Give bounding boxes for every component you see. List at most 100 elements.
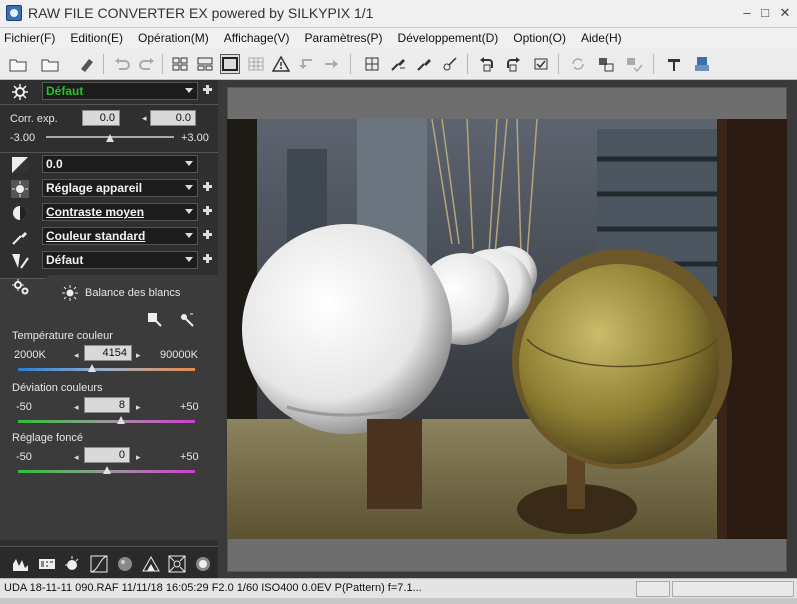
preset-select[interactable]: Défaut [42, 82, 198, 100]
exposure-value-left[interactable]: 0.0 [82, 110, 120, 126]
curve-tool-icon[interactable] [90, 555, 108, 573]
export-icon[interactable] [692, 54, 712, 74]
deviation-input[interactable]: 8 [84, 397, 130, 413]
status-cell-1 [636, 581, 670, 597]
exif-icon[interactable] [38, 555, 56, 573]
deviation-label: Déviation couleurs [12, 382, 103, 394]
prev-icon[interactable] [296, 54, 316, 74]
photo-preview[interactable] [227, 119, 787, 539]
split-view-icon[interactable] [195, 54, 215, 74]
color-add-button[interactable] [203, 230, 212, 239]
color-value: Couleur standard [46, 229, 146, 243]
exposure-slider-thumb[interactable] [106, 134, 114, 142]
check-icon[interactable] [531, 54, 551, 74]
color-row: Couleur standard [0, 225, 218, 247]
open-dropdown-icon[interactable] [40, 54, 60, 74]
sun-icon [11, 180, 29, 198]
title-bar: RAW FILE CONVERTER EX powered by SILKYPI… [0, 0, 797, 28]
single-view-icon[interactable] [220, 54, 240, 74]
sun-small-icon [62, 285, 78, 301]
sharpness-add-button[interactable] [203, 254, 212, 263]
contrast-value: Contraste moyen [46, 205, 145, 219]
menu-parametres[interactable]: Paramètres(P) [305, 31, 383, 45]
contrast-add-button[interactable] [203, 206, 212, 215]
status-cell-2 [672, 581, 794, 597]
batch-icon[interactable] [624, 54, 644, 74]
app-icon [6, 5, 22, 21]
crop-icon[interactable] [362, 54, 382, 74]
open-folder-icon[interactable] [8, 54, 28, 74]
temperature-input[interactable]: 4154 [84, 345, 132, 361]
temperature-slider-thumb[interactable] [88, 364, 97, 372]
next-icon[interactable] [321, 54, 341, 74]
menu-fichier[interactable]: Fichier(F) [4, 31, 55, 45]
grey-point-icon[interactable] [388, 54, 408, 74]
color-select[interactable]: Couleur standard [42, 227, 198, 245]
gears-icon[interactable] [11, 277, 31, 297]
deviation-slider[interactable] [18, 420, 195, 423]
grid-view-icon[interactable] [170, 54, 190, 74]
temperature-max: 90000K [160, 349, 198, 361]
color-pick-icon[interactable] [414, 54, 434, 74]
rotate-left-icon[interactable] [477, 54, 497, 74]
gear-icon [12, 84, 28, 100]
undo-icon[interactable] [112, 54, 132, 74]
temperature-slider[interactable] [18, 368, 195, 371]
menu-bar: Fichier(F) Edition(E) Opération(M) Affic… [0, 28, 797, 48]
wb-preset-add-button[interactable] [203, 182, 212, 191]
menu-option[interactable]: Option(O) [513, 31, 566, 45]
sharpness-value: Défaut [46, 253, 84, 267]
window-bottom-edge [0, 598, 797, 604]
redo-icon[interactable] [137, 54, 157, 74]
close-button[interactable]: ✕ [776, 4, 794, 22]
maximize-button[interactable]: □ [756, 4, 774, 22]
preset-row: Défaut [0, 80, 218, 102]
compare-icon[interactable] [246, 54, 266, 74]
spot-icon[interactable] [440, 54, 460, 74]
wb-auto-icon[interactable] [178, 311, 196, 329]
white-balance-title: Balance des blancs [85, 287, 181, 299]
deviation-slider-thumb[interactable] [116, 416, 125, 424]
exposure-tool-icon[interactable] [64, 555, 82, 573]
lens-tool-icon[interactable] [168, 555, 186, 573]
develop-panel: Défaut Corr. exp. 0.0 ◂ 0.0 -3.00 +3.00 … [0, 80, 218, 546]
rotate-right-icon[interactable] [503, 54, 523, 74]
contrast-select[interactable]: Contraste moyen [42, 203, 198, 221]
photo-image [227, 119, 787, 539]
tone-select[interactable]: 0.0 [42, 155, 198, 173]
tone-row: 0.0 [0, 153, 218, 175]
wb-preset-value: Réglage appareil [46, 181, 143, 195]
dark-input[interactable]: 0 [84, 447, 130, 463]
vignette-tool-icon[interactable] [194, 555, 212, 573]
hammer-icon[interactable] [664, 54, 684, 74]
sharpen-tool-icon[interactable] [142, 555, 160, 573]
menu-aide[interactable]: Aide(H) [581, 31, 622, 45]
image-area [218, 80, 797, 578]
dark-max: +50 [180, 451, 199, 463]
menu-affichage[interactable]: Affichage(V) [224, 31, 290, 45]
deviation-max: +50 [180, 401, 199, 413]
develop-icon[interactable] [596, 54, 616, 74]
menu-edition[interactable]: Edition(E) [70, 31, 123, 45]
minimize-button[interactable]: – [738, 4, 756, 22]
eraser-icon[interactable] [76, 54, 96, 74]
warning-icon[interactable] [271, 54, 291, 74]
wb-preset-select[interactable]: Réglage appareil [42, 179, 198, 197]
histogram-icon[interactable] [12, 555, 30, 573]
menu-operation[interactable]: Opération(M) [138, 31, 209, 45]
wb-preset-row: Réglage appareil [0, 177, 218, 199]
sharpness-row: Défaut [0, 249, 218, 271]
tool-strip [0, 546, 218, 578]
sharpness-select[interactable]: Défaut [42, 251, 198, 269]
exposure-max: +3.00 [181, 132, 209, 144]
contrast-row: Contraste moyen [0, 201, 218, 223]
noise-tool-icon[interactable] [116, 555, 134, 573]
exposure-value-right[interactable]: 0.0 [150, 110, 196, 126]
preset-add-button[interactable] [203, 85, 212, 94]
dark-slider-thumb[interactable] [102, 466, 111, 474]
refresh-icon[interactable] [568, 54, 588, 74]
wb-pipette-icon[interactable] [146, 311, 164, 329]
preset-value: Défaut [46, 84, 84, 98]
menu-developpement[interactable]: Développement(D) [398, 31, 499, 45]
contrast-icon [13, 206, 27, 220]
